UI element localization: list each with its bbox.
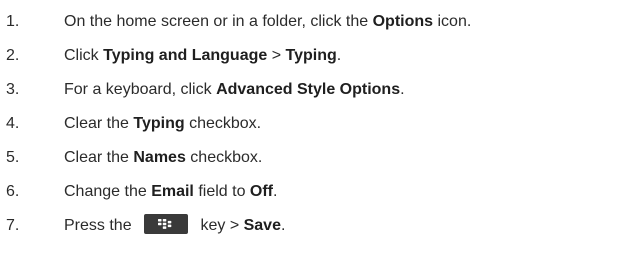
blackberry-logo-icon [158, 219, 172, 229]
step-text-part: > [267, 47, 286, 64]
step-text-part: checkbox. [185, 149, 263, 166]
step-text-part: checkbox. [184, 115, 262, 132]
advanced-style-options-label: Advanced Style Options [216, 81, 401, 98]
step-5: 5. Clear the Names checkbox. [0, 141, 642, 175]
step-text-part: field to [193, 183, 250, 200]
step-text: Click Typing and Language > Typing. [64, 39, 341, 73]
step-number: 2. [6, 47, 20, 64]
names-checkbox-label: Names [133, 149, 186, 166]
step-text: Clear the Names checkbox. [64, 141, 262, 175]
step-text-part: Click [64, 47, 104, 64]
step-text: For a keyboard, click Advanced Style Opt… [64, 73, 405, 107]
step-text-part: Change the [64, 183, 152, 200]
step-7: 7. Press the key > Save. [0, 209, 642, 243]
step-text: Change the Email field to Off. [64, 175, 277, 209]
typing-checkbox-label: Typing [133, 115, 185, 132]
step-text-part: Clear the [64, 115, 134, 132]
step-6: 6. Change the Email field to Off. [0, 175, 642, 209]
step-number: 3. [6, 81, 20, 98]
step-1: 1. On the home screen or in a folder, cl… [0, 5, 642, 39]
step-text-part: On the home screen or in a folder, click… [64, 13, 373, 30]
blackberry-menu-key-icon [144, 214, 189, 234]
step-text-part: Clear the [64, 149, 134, 166]
typing-label: Typing [285, 47, 337, 64]
step-number: 6. [6, 183, 20, 200]
step-text: On the home screen or in a folder, click… [64, 5, 471, 39]
save-label: Save [243, 217, 281, 234]
step-text-part: . [280, 217, 286, 234]
step-number: 4. [6, 115, 20, 132]
options-label: Options [372, 13, 434, 30]
step-text-part: icon. [433, 13, 472, 30]
step-text-part: Press the [64, 217, 137, 234]
step-number: 1. [6, 13, 20, 30]
step-number: 5. [6, 149, 20, 166]
typing-and-language-label: Typing and Language [103, 47, 268, 64]
step-text-part: . [400, 81, 405, 98]
email-field-label: Email [151, 183, 194, 200]
step-4: 4. Clear the Typing checkbox. [0, 107, 642, 141]
step-text-part: For a keyboard, click [64, 81, 217, 98]
step-text-part: . [336, 47, 342, 64]
instruction-steps: 1. On the home screen or in a folder, cl… [0, 5, 642, 243]
step-text: Press the key > Save. [64, 209, 285, 243]
step-text-part: key > [196, 217, 244, 234]
step-text: Clear the Typing checkbox. [64, 107, 261, 141]
step-number: 7. [6, 217, 20, 234]
off-value-label: Off [249, 183, 274, 200]
step-2: 2. Click Typing and Language > Typing. [0, 39, 642, 73]
step-text-part: . [273, 183, 278, 200]
step-3: 3. For a keyboard, click Advanced Style … [0, 73, 642, 107]
